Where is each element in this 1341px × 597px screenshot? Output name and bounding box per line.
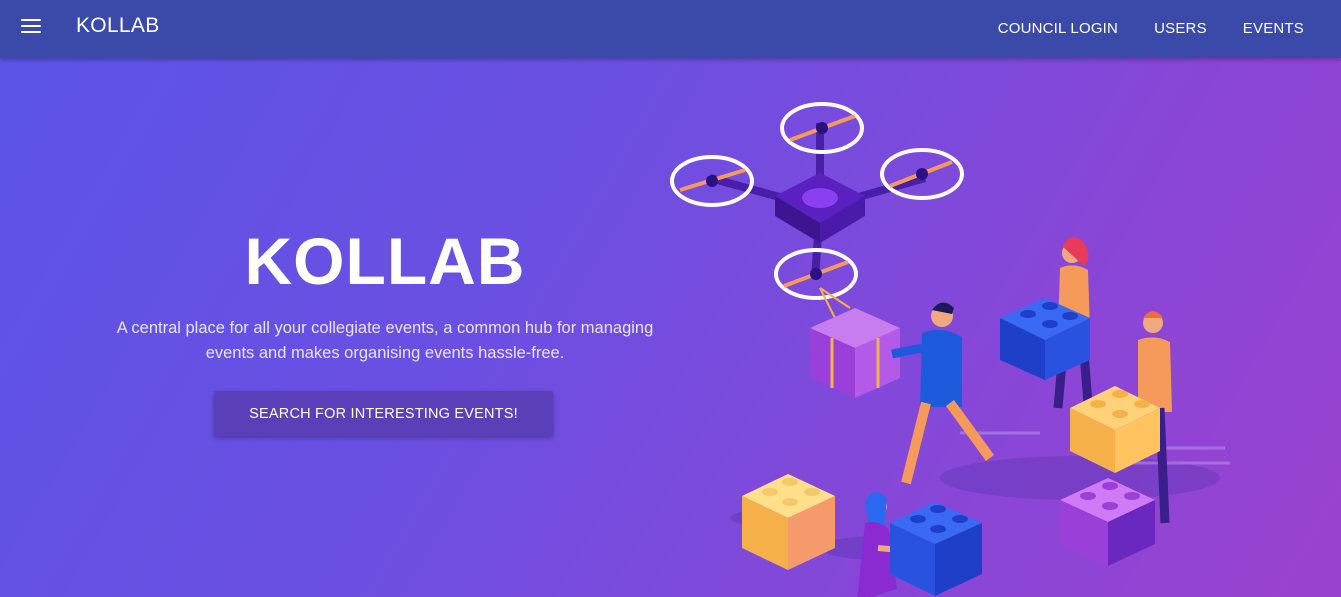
- nav-council-login[interactable]: COUNCIL LOGIN: [980, 0, 1136, 58]
- hero-illustration: [670, 102, 1230, 597]
- search-events-button[interactable]: SEARCH FOR INTERESTING EVENTS!: [214, 391, 553, 436]
- menu-icon[interactable]: [21, 19, 41, 35]
- nav-events[interactable]: EVENTS: [1225, 0, 1341, 58]
- hero-section: KOLLAB A central place for all your coll…: [0, 58, 1341, 597]
- nav-links: COUNCIL LOGIN USERS EVENTS: [980, 0, 1341, 58]
- top-navbar: KOLLAB COUNCIL LOGIN USERS EVENTS: [0, 0, 1341, 58]
- brand-logo[interactable]: KOLLAB: [76, 14, 160, 38]
- gift-box: [810, 308, 900, 398]
- drone: [670, 102, 964, 319]
- hero-description: A central place for all your collegiate …: [116, 319, 654, 362]
- hero-title: KOLLAB: [244, 224, 526, 298]
- blue-block-bottom: [890, 502, 982, 596]
- man-figure: [891, 302, 995, 485]
- yellow-block-left: [742, 474, 835, 570]
- nav-users[interactable]: USERS: [1136, 0, 1225, 58]
